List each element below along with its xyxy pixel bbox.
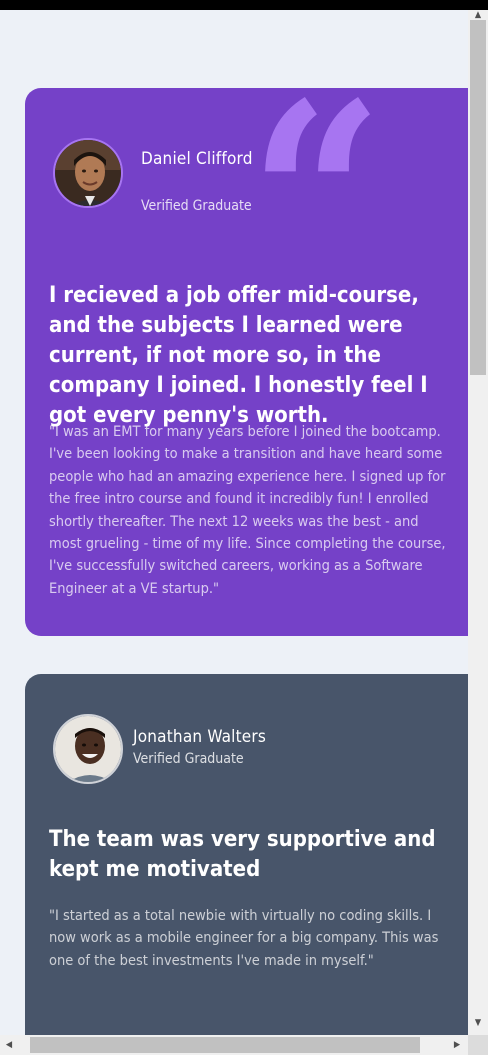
top-black-bar (0, 0, 488, 10)
reviewer-role: Verified Graduate (133, 751, 244, 767)
triangle-down-icon[interactable]: ▼ (470, 1017, 486, 1029)
avatar (53, 714, 123, 784)
reviewer-name: Jonathan Walters (133, 727, 267, 747)
vertical-scrollbar-thumb[interactable] (470, 20, 486, 375)
testimonial-card-jonathan: Jonathan Walters Verified Graduate The t… (25, 674, 488, 1054)
reviewer-name: Daniel Clifford (141, 149, 253, 169)
testimonial-headline: The team was very supportive and kept me… (49, 827, 436, 882)
scrollbar-corner (468, 1035, 488, 1055)
triangle-up-icon[interactable]: ▲ (470, 10, 486, 20)
triangle-right-icon[interactable]: ▶ (450, 1037, 464, 1053)
avatar (53, 138, 123, 208)
testimonial-body: "I started as a total newbie with virtua… (49, 908, 439, 969)
triangle-left-icon[interactable]: ◀ (2, 1037, 16, 1053)
testimonial-card-daniel: “ Daniel Clifford Verified Graduate I re… (25, 88, 488, 636)
horizontal-scrollbar-thumb[interactable] (30, 1037, 420, 1053)
reviewer-role: Verified Graduate (141, 198, 252, 214)
testimonial-headline: I recieved a job offer mid-course, and t… (49, 283, 428, 428)
testimonial-body: "I was an EMT for many years before I jo… (49, 424, 446, 597)
